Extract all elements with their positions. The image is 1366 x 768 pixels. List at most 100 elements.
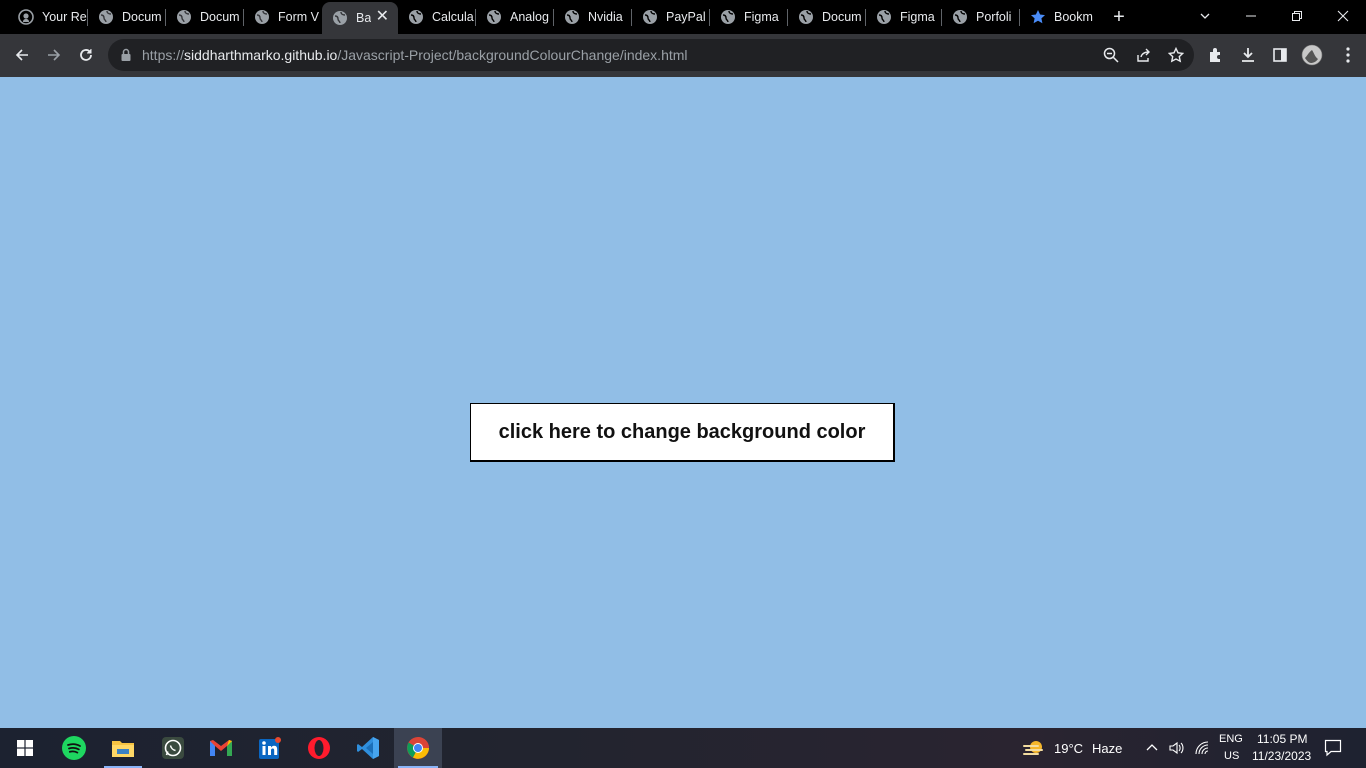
avatar-icon bbox=[1301, 44, 1323, 66]
globe-icon bbox=[98, 9, 114, 25]
tab-title: Docum bbox=[122, 10, 162, 24]
lock-icon[interactable] bbox=[120, 48, 132, 67]
globe-icon bbox=[720, 9, 736, 25]
zoom-button[interactable] bbox=[1097, 41, 1125, 69]
taskbar-whatsapp[interactable] bbox=[150, 728, 196, 768]
back-button[interactable] bbox=[8, 41, 36, 69]
side-panel-button[interactable] bbox=[1266, 41, 1294, 69]
browser-tab[interactable]: Bookm bbox=[1020, 0, 1096, 34]
globe-icon bbox=[564, 9, 580, 25]
browser-tab[interactable]: Analog bbox=[476, 0, 554, 34]
tab-title: Analog bbox=[510, 10, 549, 24]
input-language[interactable]: ENG bbox=[1219, 733, 1243, 745]
browser-tab[interactable]: Docum bbox=[166, 0, 244, 34]
clock-time[interactable]: 11:05 PM bbox=[1257, 732, 1307, 746]
restore-icon bbox=[1292, 11, 1302, 21]
close-tab-icon[interactable]: ✕ bbox=[376, 9, 389, 25]
browser-tab[interactable]: Figma bbox=[710, 0, 788, 34]
globe-icon bbox=[332, 10, 348, 26]
taskbar-spotify[interactable] bbox=[51, 728, 97, 768]
wifi-icon bbox=[1195, 741, 1209, 755]
haze-icon bbox=[1023, 741, 1043, 755]
url-scheme: https:// bbox=[142, 47, 185, 63]
extensions-button[interactable] bbox=[1202, 41, 1230, 69]
globe-icon bbox=[952, 9, 968, 25]
restore-button[interactable] bbox=[1274, 0, 1320, 32]
globe-icon bbox=[642, 9, 658, 25]
tab-title: Calcula bbox=[432, 10, 474, 24]
taskbar-opera[interactable] bbox=[296, 728, 342, 768]
weather-temperature: 19°C bbox=[1054, 741, 1084, 756]
start-button[interactable] bbox=[2, 728, 48, 768]
file-explorer-icon bbox=[112, 741, 134, 757]
profile-avatar[interactable] bbox=[1298, 41, 1326, 69]
chevron-up-icon bbox=[1146, 744, 1158, 751]
minimize-button[interactable] bbox=[1228, 0, 1274, 32]
tab-title: Nvidia bbox=[588, 10, 623, 24]
browser-tab[interactable]: Figma bbox=[866, 0, 942, 34]
weather-description: Haze bbox=[1092, 741, 1123, 756]
taskbar-gmail[interactable] bbox=[198, 728, 244, 768]
menu-button[interactable] bbox=[1334, 41, 1362, 69]
download-icon bbox=[1242, 48, 1254, 62]
opera-icon bbox=[308, 737, 330, 759]
volume-button[interactable] bbox=[1168, 740, 1186, 761]
globe-icon bbox=[408, 9, 424, 25]
kebab-menu-icon bbox=[1346, 47, 1350, 63]
globe-icon bbox=[486, 9, 502, 25]
notifications-button[interactable] bbox=[1324, 739, 1342, 762]
forward-button[interactable] bbox=[40, 41, 68, 69]
change-background-button[interactable]: click here to change background color bbox=[470, 403, 895, 462]
star-outline-icon bbox=[1168, 47, 1184, 63]
side-panel-icon bbox=[1273, 48, 1287, 62]
browser-tab[interactable]: Your Re bbox=[8, 0, 88, 34]
linkedin-icon bbox=[259, 737, 281, 759]
tab-title: Docum bbox=[200, 10, 240, 24]
weather-widget[interactable] bbox=[1022, 738, 1046, 763]
tab-title: Your Re bbox=[42, 10, 87, 24]
tab-title: Ba bbox=[356, 11, 372, 25]
downloads-button[interactable] bbox=[1234, 41, 1262, 69]
tab-title: Figma bbox=[744, 10, 779, 24]
tab-title: Bookm bbox=[1054, 10, 1093, 24]
bookmark-button[interactable] bbox=[1162, 41, 1190, 69]
whatsapp-icon bbox=[162, 737, 184, 759]
tab-search-button[interactable] bbox=[1182, 0, 1228, 32]
share-button[interactable] bbox=[1130, 41, 1158, 69]
taskbar-vscode[interactable] bbox=[345, 728, 391, 768]
show-hidden-icons-button[interactable] bbox=[1146, 741, 1158, 759]
gmail-icon bbox=[210, 740, 232, 756]
url-text[interactable]: https://siddharthmarko.github.io/Javascr… bbox=[142, 47, 688, 63]
browser-tab[interactable]: Nvidia bbox=[554, 0, 632, 34]
url-host: siddharthmarko.github.io bbox=[184, 47, 338, 63]
browser-tab[interactable]: Porfoli bbox=[942, 0, 1020, 34]
browser-tab[interactable]: Docum bbox=[88, 0, 166, 34]
globe-icon bbox=[876, 9, 892, 25]
github-icon bbox=[18, 9, 34, 25]
browser-tab[interactable]: Form V bbox=[244, 0, 322, 34]
taskbar-linkedin[interactable] bbox=[247, 728, 293, 768]
clock-date[interactable]: 11/23/2023 bbox=[1252, 749, 1311, 763]
arrow-right-icon bbox=[48, 49, 61, 61]
browser-tab-active[interactable]: Ba ✕ bbox=[322, 2, 398, 34]
star-icon bbox=[1030, 9, 1046, 25]
minimize-icon bbox=[1246, 15, 1256, 17]
browser-tab[interactable]: PayPal bbox=[632, 0, 710, 34]
tab-title: Form V bbox=[278, 10, 319, 24]
taskbar-chrome[interactable] bbox=[394, 728, 442, 768]
share-icon bbox=[1137, 48, 1150, 62]
reload-button[interactable] bbox=[72, 41, 100, 69]
globe-icon bbox=[798, 9, 814, 25]
arrow-left-icon bbox=[15, 49, 28, 61]
close-window-button[interactable] bbox=[1320, 0, 1366, 32]
browser-tab[interactable]: Docum bbox=[788, 0, 866, 34]
globe-icon bbox=[254, 9, 270, 25]
windows-taskbar: 19°C Haze ENG US 11:05 PM 11/23/2023 bbox=[0, 728, 1366, 768]
network-button[interactable] bbox=[1194, 740, 1210, 761]
puzzle-icon bbox=[1210, 48, 1220, 62]
browser-tab[interactable]: Calcula bbox=[398, 0, 476, 34]
input-region[interactable]: US bbox=[1224, 750, 1239, 762]
notification-icon bbox=[1324, 739, 1342, 757]
new-tab-button[interactable]: + bbox=[1106, 4, 1132, 30]
taskbar-file-explorer[interactable] bbox=[100, 728, 146, 768]
